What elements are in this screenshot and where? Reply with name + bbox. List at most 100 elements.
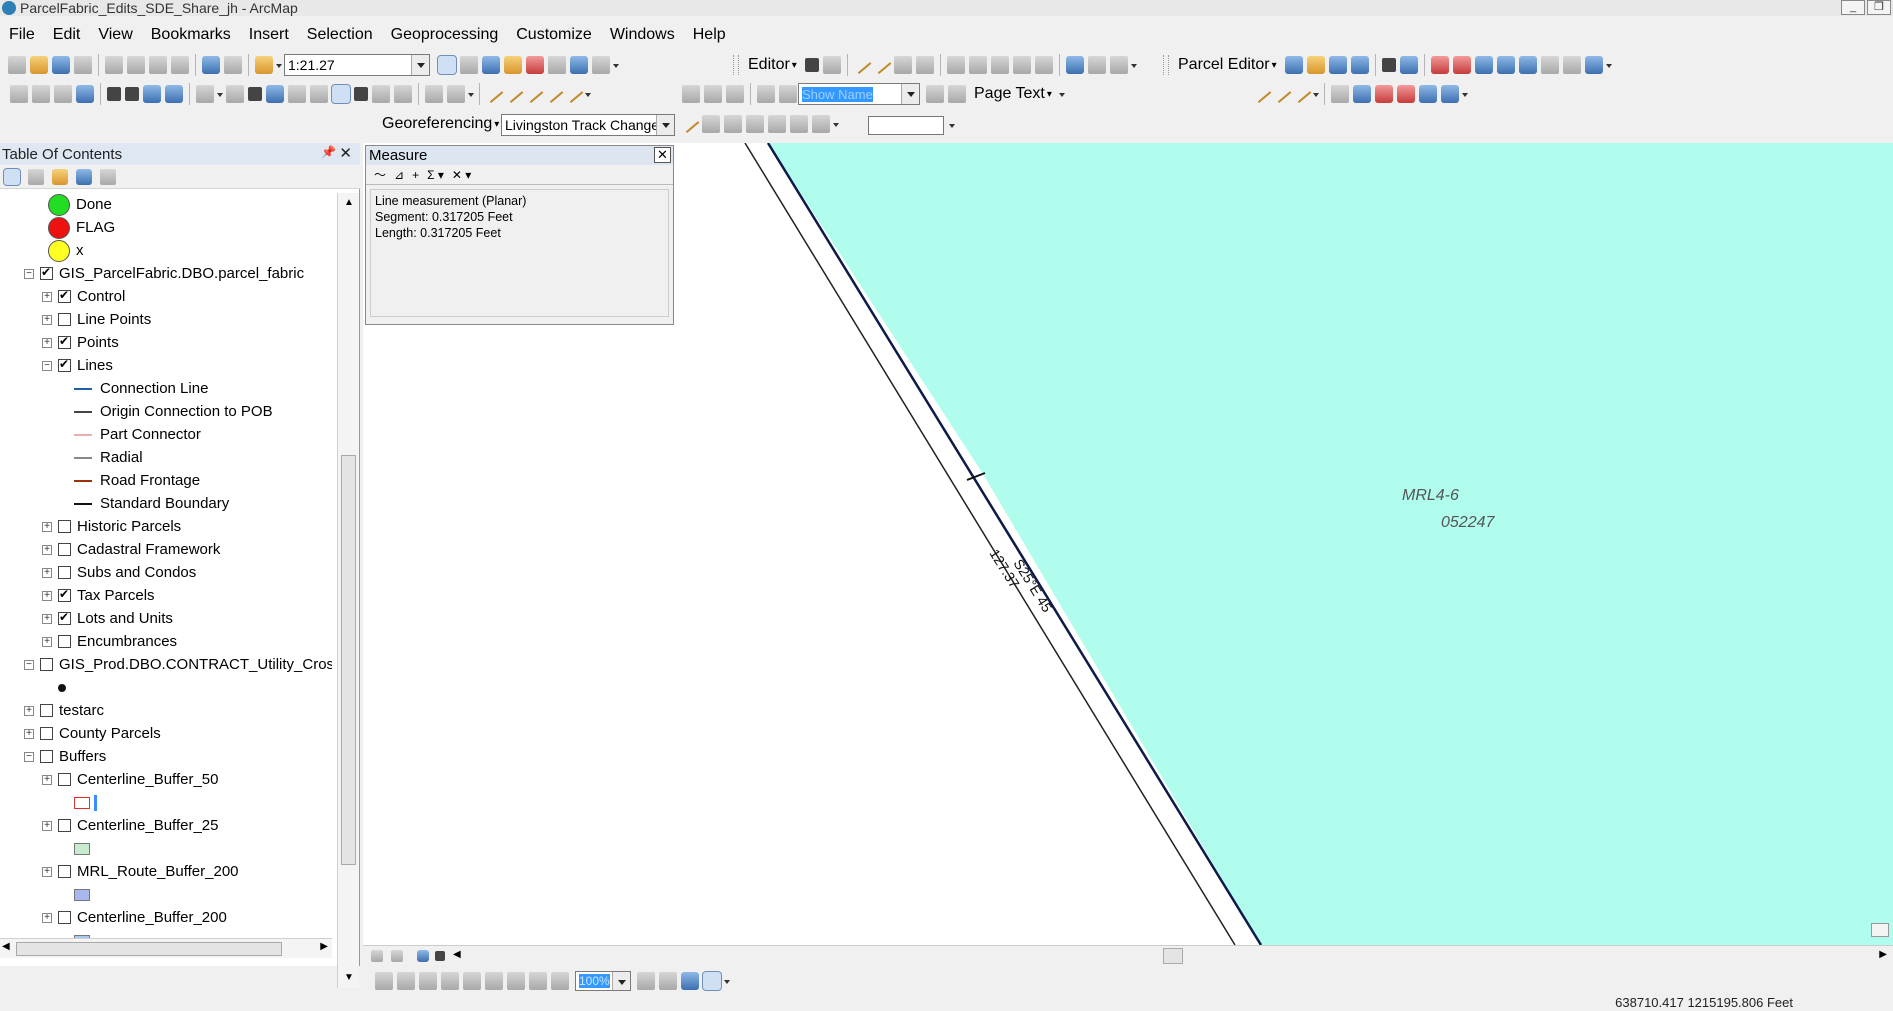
rotate-icon[interactable] bbox=[1034, 56, 1053, 74]
edit-annotation-icon[interactable] bbox=[822, 56, 841, 74]
layer-visibility-checkbox[interactable] bbox=[58, 313, 71, 326]
edit-vertices-icon[interactable] bbox=[946, 56, 965, 74]
point-symbol-icon[interactable] bbox=[48, 216, 70, 239]
toc-item[interactable]: + Subs and Condos bbox=[42, 561, 196, 584]
zoom-whole-page-icon[interactable] bbox=[441, 972, 459, 990]
new-parcel-icon[interactable] bbox=[1328, 56, 1347, 74]
toc-item[interactable]: + Cadastral Framework bbox=[42, 538, 220, 561]
straight-segment-icon[interactable] bbox=[852, 56, 872, 74]
line-symbol-icon[interactable] bbox=[74, 387, 92, 390]
legend-symbol[interactable] bbox=[74, 883, 90, 906]
fill-symbol-icon[interactable] bbox=[74, 888, 90, 901]
layer-visibility-checkbox[interactable] bbox=[58, 520, 71, 533]
parcel-editor-options[interactable] bbox=[1605, 55, 1613, 75]
editor-toolbar-options[interactable] bbox=[1130, 55, 1138, 75]
map-tips-icon[interactable] bbox=[1871, 923, 1889, 937]
line-symbol-icon[interactable] bbox=[74, 433, 92, 436]
expand-icon[interactable]: + bbox=[24, 728, 34, 739]
scroll-up-icon[interactable]: ▲ bbox=[338, 193, 360, 213]
map-scroll-left-icon[interactable]: ◀ bbox=[453, 949, 461, 960]
collapse-icon[interactable]: − bbox=[42, 360, 52, 371]
rotate-angle-input[interactable] bbox=[868, 116, 944, 135]
expand-icon[interactable]: + bbox=[24, 705, 34, 716]
expand-icon[interactable]: + bbox=[42, 291, 52, 302]
previous-page-icon[interactable] bbox=[779, 85, 797, 103]
select-link-icon[interactable] bbox=[702, 115, 720, 133]
split-line-icon[interactable] bbox=[1252, 85, 1272, 103]
layer-visibility-checkbox[interactable] bbox=[40, 658, 53, 671]
chevron-down-icon[interactable] bbox=[901, 84, 919, 104]
sketch-properties-icon[interactable] bbox=[1087, 56, 1106, 74]
data-driven-pages-icon[interactable] bbox=[682, 85, 700, 103]
zoom-100-icon[interactable] bbox=[463, 972, 481, 990]
identify-icon[interactable] bbox=[266, 85, 284, 103]
toc-item[interactable]: x bbox=[48, 239, 84, 262]
layer-visibility-checkbox[interactable] bbox=[40, 750, 53, 763]
layout-back-icon[interactable] bbox=[529, 972, 547, 990]
legend-symbol[interactable] bbox=[74, 929, 90, 938]
full-extent-icon[interactable] bbox=[76, 85, 94, 103]
layer-visibility-checkbox[interactable] bbox=[58, 819, 71, 832]
data-view-icon[interactable] bbox=[371, 950, 383, 962]
go-to-xy-icon[interactable] bbox=[394, 85, 412, 103]
toc-item[interactable]: + Control bbox=[42, 285, 125, 308]
point-icon[interactable] bbox=[915, 56, 934, 74]
menu-file[interactable]: File bbox=[0, 26, 44, 44]
toc-item[interactable]: Radial bbox=[74, 446, 143, 469]
layer-visibility-checkbox[interactable] bbox=[58, 635, 71, 648]
toc-item[interactable]: − GIS_ParcelFabric.DBO.parcel_fabric bbox=[24, 262, 304, 285]
go-forward-icon[interactable] bbox=[165, 85, 183, 103]
pan-icon[interactable] bbox=[54, 85, 72, 103]
open-icon[interactable] bbox=[30, 56, 48, 74]
trace-icon[interactable] bbox=[893, 56, 912, 74]
layout-forward-icon[interactable] bbox=[551, 972, 569, 990]
html-popup-icon[interactable] bbox=[310, 85, 328, 103]
zoom-in-icon[interactable] bbox=[10, 85, 28, 103]
parcel-options-icon[interactable] bbox=[1584, 56, 1603, 74]
menu-selection[interactable]: Selection bbox=[298, 26, 382, 44]
zoom-out-icon[interactable] bbox=[32, 85, 50, 103]
toc-item[interactable]: Connection Line bbox=[74, 377, 208, 400]
toc-item[interactable]: + Points bbox=[42, 331, 119, 354]
parcel-tools-options[interactable] bbox=[1461, 84, 1469, 104]
fixed-zoom-out-layout-icon[interactable] bbox=[507, 972, 525, 990]
focus-data-frame-icon[interactable] bbox=[659, 972, 677, 990]
point-symbol-icon[interactable] bbox=[48, 193, 70, 216]
end-point-arc-icon[interactable] bbox=[872, 56, 892, 74]
join-icon[interactable] bbox=[1350, 56, 1369, 74]
menu-bookmarks[interactable]: Bookmarks bbox=[142, 26, 240, 44]
toc-horizontal-scrollbar[interactable]: ◀ ▶ bbox=[0, 938, 332, 958]
scale-combo[interactable]: 1:21.27 bbox=[284, 54, 430, 76]
python-window-icon[interactable] bbox=[548, 56, 566, 74]
toc-item[interactable]: + Centerline_Buffer_25 bbox=[42, 814, 219, 837]
collapse-icon[interactable]: − bbox=[24, 659, 34, 670]
map-scroll-right-icon[interactable]: ▶ bbox=[1879, 949, 1887, 960]
line-symbol-icon[interactable] bbox=[74, 456, 92, 459]
query-icon[interactable] bbox=[1518, 56, 1537, 74]
editor-toolbar-icon[interactable] bbox=[437, 55, 457, 75]
georeferencing-menu[interactable]: Georeferencing ▾ bbox=[376, 115, 505, 133]
parcel-polygon[interactable] bbox=[768, 143, 1893, 945]
list-by-drawing-order-icon[interactable] bbox=[3, 167, 21, 186]
chevron-down-icon[interactable] bbox=[656, 115, 674, 135]
toc-item[interactable]: + Tax Parcels bbox=[42, 584, 155, 607]
pause-drawing-icon[interactable] bbox=[435, 951, 445, 961]
minimize-button[interactable]: _ bbox=[1841, 0, 1865, 15]
construct-points-icon[interactable] bbox=[1272, 85, 1292, 103]
toc-item[interactable]: − Buffers bbox=[24, 745, 106, 768]
drawing-options[interactable] bbox=[584, 84, 592, 104]
zoom-to-link-icon[interactable] bbox=[724, 115, 742, 133]
menu-geoprocessing[interactable]: Geoprocessing bbox=[382, 26, 508, 44]
list-by-selection-icon[interactable] bbox=[76, 168, 92, 185]
layer-visibility-checkbox[interactable] bbox=[58, 334, 71, 349]
layout-zoom-in-icon[interactable] bbox=[375, 972, 393, 990]
toc-item[interactable]: − GIS_Prod.DBO.CONTRACT_Utility_Crossing bbox=[24, 653, 332, 676]
layer-visibility-checkbox[interactable] bbox=[40, 265, 53, 280]
delete-icon[interactable] bbox=[171, 56, 189, 74]
legend-symbol[interactable] bbox=[74, 791, 97, 814]
delete-parcel-icon[interactable] bbox=[1430, 56, 1449, 74]
construct-icon[interactable] bbox=[1381, 58, 1396, 72]
page-text-menu[interactable]: Page Text ▾ bbox=[968, 85, 1058, 103]
toc-options-icon[interactable] bbox=[100, 168, 116, 185]
map-hscroll-thumb[interactable] bbox=[1163, 948, 1183, 964]
